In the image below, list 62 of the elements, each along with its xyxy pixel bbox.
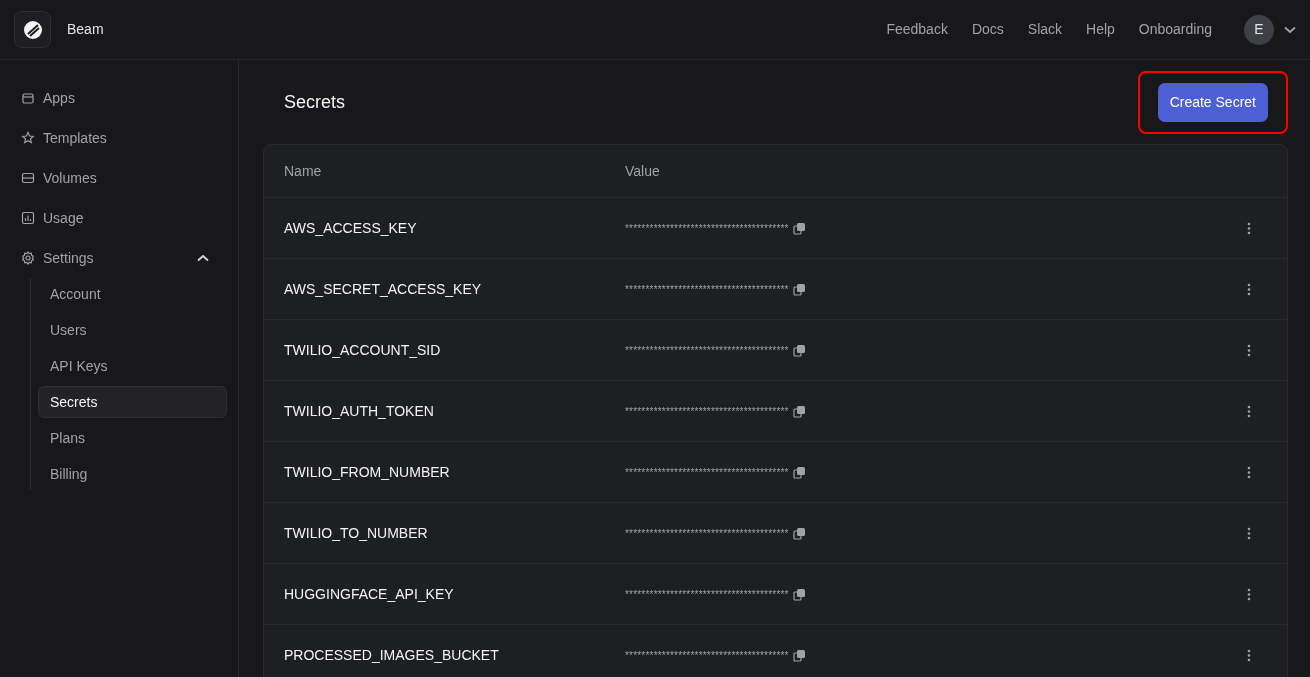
masked-value: ****************************************	[625, 343, 789, 358]
copy-icon[interactable]	[792, 404, 806, 418]
masked-value: ****************************************	[625, 587, 789, 602]
sidebar-subitem[interactable]: API Keys	[38, 350, 227, 383]
copy-icon[interactable]	[792, 587, 806, 601]
secret-name: TWILIO_FROM_NUMBER	[284, 462, 451, 482]
sidebar-subitem[interactable]: Plans	[38, 422, 227, 455]
more-options-icon[interactable]	[1247, 526, 1251, 540]
secret-name: TWILIO_TO_NUMBER	[284, 523, 429, 543]
copy-icon[interactable]	[792, 465, 806, 479]
masked-value: ****************************************	[625, 526, 789, 541]
avatar[interactable]: E	[1244, 14, 1274, 45]
chevron-down-icon[interactable]	[1284, 25, 1296, 34]
copy-icon[interactable]	[792, 526, 806, 540]
copy-icon[interactable]	[792, 343, 806, 357]
page-title: Secrets	[284, 91, 346, 115]
secret-name: TWILIO_ACCOUNT_SID	[284, 340, 442, 360]
sidebar-subitem[interactable]: Account	[38, 278, 227, 311]
copy-icon[interactable]	[792, 648, 806, 662]
nav-link-text[interactable]: Docs	[971, 19, 1004, 40]
masked-value: ****************************************	[625, 465, 789, 480]
column-header: Value	[625, 161, 660, 181]
more-options-icon[interactable]	[1247, 465, 1251, 479]
sidebar-subitem[interactable]: Billing	[38, 458, 227, 491]
sidebar-item[interactable]: Volumes	[11, 158, 227, 199]
secret-name: TWILIO_AUTH_TOKEN	[284, 401, 435, 421]
box-icon	[21, 91, 35, 106]
sidebar-item[interactable]: Apps	[11, 78, 227, 119]
brand-name: Beam	[67, 20, 104, 39]
settings-icon	[21, 251, 35, 266]
drive-icon	[21, 171, 35, 186]
more-options-icon[interactable]	[1247, 221, 1251, 235]
secret-name: HUGGINGFACE_API_KEY	[284, 584, 455, 604]
secret-name: AWS_ACCESS_KEY	[284, 218, 418, 238]
sidebar-subitem[interactable]: Secrets	[38, 386, 227, 419]
nav-link-text[interactable]: Help	[1086, 19, 1115, 40]
masked-value: ****************************************	[625, 404, 789, 419]
more-options-icon[interactable]	[1247, 343, 1251, 357]
sidebar-item[interactable]: Usage	[11, 198, 227, 239]
chart-icon	[21, 211, 35, 226]
masked-value: ****************************************	[625, 648, 789, 663]
secret-name: AWS_SECRET_ACCESS_KEY	[284, 279, 483, 299]
sidebar-subitem[interactable]: Users	[38, 314, 227, 347]
logo-icon	[21, 18, 44, 41]
sidebar-item[interactable]: Templates	[11, 118, 227, 159]
masked-value: ****************************************	[625, 282, 789, 297]
nav-link-text[interactable]: Onboarding	[1138, 19, 1212, 40]
column-header: Name	[284, 161, 323, 181]
more-options-icon[interactable]	[1247, 404, 1251, 418]
nav-link-text[interactable]: Slack	[1027, 19, 1063, 40]
star-icon	[21, 131, 35, 146]
secret-name: PROCESSED_IMAGES_BUCKET	[284, 645, 500, 665]
more-options-icon[interactable]	[1247, 648, 1251, 662]
nav-link-text[interactable]: Feedback	[886, 19, 948, 40]
copy-icon[interactable]	[792, 282, 806, 296]
more-options-icon[interactable]	[1247, 587, 1251, 601]
more-options-icon[interactable]	[1247, 282, 1251, 296]
sidebar-item[interactable]: Settings	[11, 238, 227, 279]
copy-icon[interactable]	[792, 221, 806, 235]
app-logo[interactable]	[14, 11, 51, 48]
masked-value: ****************************************	[625, 221, 789, 236]
create-secret-button[interactable]: Create Secret	[1157, 83, 1268, 123]
